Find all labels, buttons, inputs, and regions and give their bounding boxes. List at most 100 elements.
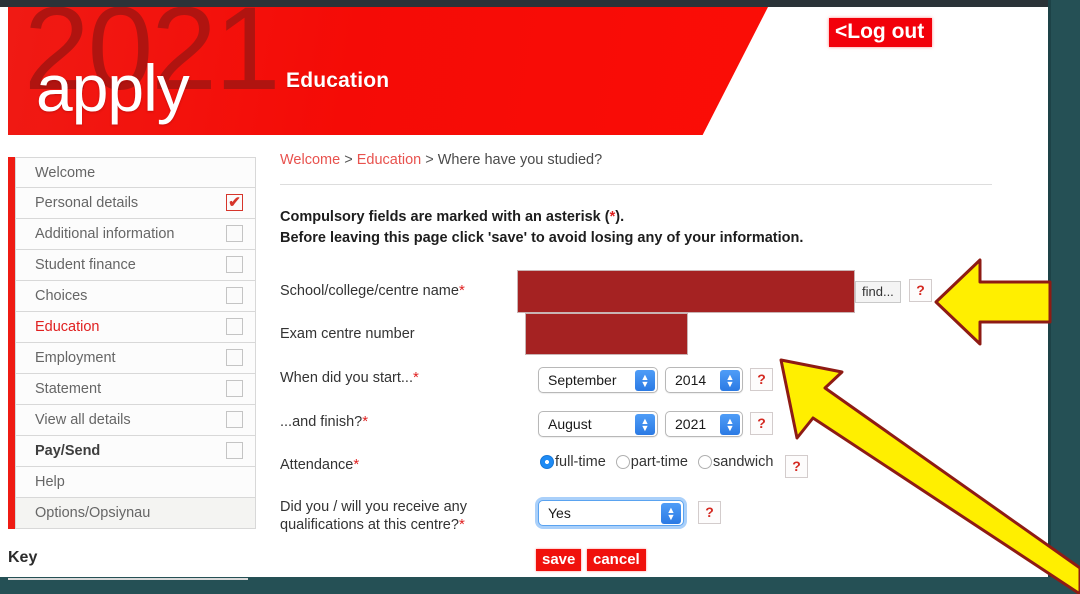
attendance-radio-sandwich[interactable] [697, 455, 712, 469]
start-month-value: September [548, 372, 617, 388]
sidebar-item-choices[interactable]: Choices [15, 281, 256, 312]
sidebar-item-label: Additional information [35, 226, 175, 242]
start-date-asterisk: * [412, 369, 419, 386]
start-month-stepper-icon[interactable]: ▲ ▼ [635, 370, 655, 391]
qualifications-stepper-icon[interactable]: ▲ ▼ [661, 503, 681, 524]
attendance-help-icon[interactable]: ? [785, 455, 808, 478]
qualifications-label-line2: qualifications at this centre? [280, 517, 459, 534]
start-date-help-icon[interactable]: ? [750, 368, 773, 391]
qualifications-select[interactable]: Yes ▲ ▼ [538, 500, 684, 526]
sidebar-item-pay-send[interactable]: Pay/Send [15, 436, 256, 467]
attendance-radio-full-time[interactable] [540, 455, 554, 469]
annotation-arrow-left [934, 258, 1052, 346]
sidebar-item-checkbox [226, 256, 243, 273]
sidebar-item-label: Pay/Send [35, 443, 101, 459]
finish-date-asterisk: * [362, 413, 369, 430]
school-name-label: School/college/centre name* [280, 282, 465, 301]
exam-centre-label: Exam centre number [280, 326, 415, 342]
sidebar-item-label: Statement [35, 381, 102, 397]
sidebar-item-view-all-details[interactable]: View all details [15, 405, 256, 436]
school-name-help-icon[interactable]: ? [909, 279, 932, 302]
start-year-select[interactable]: 2014 ▲ ▼ [665, 367, 743, 393]
sidebar-item-checkbox [226, 411, 243, 428]
finish-year-value: 2021 [675, 416, 707, 432]
start-year-value: 2014 [675, 372, 707, 388]
save-button[interactable]: save [536, 549, 582, 572]
find-button[interactable]: find... [855, 281, 901, 303]
navigation-sidebar: Welcome Personal details ✔ Additional infor… [8, 157, 256, 529]
window-frame-right [1048, 0, 1080, 594]
key-divider [8, 578, 248, 580]
finish-date-label-text: ...and finish? [280, 414, 363, 430]
start-month-select[interactable]: September ▲ ▼ [538, 367, 658, 393]
sidebar-item-checkbox [226, 349, 243, 366]
sidebar-item-label: Student finance [35, 257, 136, 273]
school-name-asterisk: * [458, 282, 465, 299]
finish-month-stepper-icon[interactable]: ▲ ▼ [635, 414, 655, 435]
stepper-down-glyph: ▼ [640, 422, 650, 433]
sidebar-item-employment[interactable]: Employment [15, 343, 256, 374]
finish-month-value: August [548, 416, 592, 432]
breadcrumb-separator-2: > [425, 152, 434, 168]
qualifications-label-line1: Did you / will you receive any [280, 499, 467, 515]
sidebar-item-label: Options/Opsiynau [35, 505, 151, 521]
notice-line2: Before leaving this page click 'save' to… [280, 229, 804, 246]
breadcrumb-divider [280, 184, 992, 185]
breadcrumb-link-education[interactable]: Education [357, 152, 422, 168]
sidebar-item-label: Choices [35, 288, 88, 304]
notice-line1-after: ). [615, 209, 625, 225]
attendance-radio-label-part-time[interactable]: part-time [631, 454, 688, 470]
sidebar-item-checkbox [226, 318, 243, 335]
qualifications-label: Did you / will you receive any qualifica… [280, 498, 490, 535]
stepper-down-glyph: ▼ [666, 511, 676, 522]
attendance-radio-label-sandwich[interactable]: sandwich [713, 454, 773, 470]
stepper-down-glyph: ▼ [725, 378, 735, 389]
sidebar-item-checkbox [226, 442, 243, 459]
sidebar-item-label: Education [35, 319, 100, 335]
section-title: Education [286, 69, 390, 92]
attendance-label-text: Attendance [280, 457, 354, 473]
application-screen: 2021 apply Education <Log out Welcome Per… [0, 0, 1080, 594]
sidebar-item-options-opsiynau[interactable]: Options/Opsiynau [15, 498, 256, 529]
attendance-radio-group: full-time part-time sandwich [540, 454, 783, 470]
sidebar-item-personal-details[interactable]: Personal details ✔ [15, 188, 256, 219]
attendance-label: Attendance* [280, 456, 359, 475]
sidebar-item-education[interactable]: Education [15, 312, 256, 343]
sidebar-item-label: Welcome [35, 164, 96, 181]
apply-logo: apply [36, 51, 190, 125]
breadcrumb: Welcome > Education > Where have you stu… [280, 152, 1010, 168]
stepper-down-glyph: ▼ [640, 378, 650, 389]
finish-year-select[interactable]: 2021 ▲ ▼ [665, 411, 743, 437]
start-date-label-text: When did you start... [280, 370, 413, 386]
attendance-radio-part-time[interactable] [615, 455, 630, 469]
sidebar-item-label: Help [35, 474, 65, 490]
window-frame-top [0, 0, 1080, 7]
breadcrumb-link-welcome[interactable]: Welcome [280, 152, 340, 168]
compulsory-fields-notice: Compulsory fields are marked with an ast… [280, 207, 1010, 248]
finish-year-stepper-icon[interactable]: ▲ ▼ [720, 414, 740, 435]
key-heading: Key [8, 549, 38, 566]
sidebar-item-statement[interactable]: Statement [15, 374, 256, 405]
finish-date-help-icon[interactable]: ? [750, 412, 773, 435]
sidebar-item-checkbox [226, 225, 243, 242]
page-header-banner: 2021 apply Education [8, 7, 768, 135]
attendance-asterisk: * [353, 456, 360, 473]
sidebar-item-welcome[interactable]: Welcome [15, 157, 256, 188]
school-name-input[interactable] [517, 270, 855, 313]
sidebar-item-help[interactable]: Help [15, 467, 256, 498]
finish-month-select[interactable]: August ▲ ▼ [538, 411, 658, 437]
attendance-radio-label-full-time[interactable]: full-time [555, 454, 606, 470]
sidebar-item-student-finance[interactable]: Student finance [15, 250, 256, 281]
sidebar-item-additional-information[interactable]: Additional information [15, 219, 256, 250]
exam-centre-input[interactable] [525, 313, 688, 355]
stepper-down-glyph: ▼ [725, 422, 735, 433]
start-year-stepper-icon[interactable]: ▲ ▼ [720, 370, 740, 391]
qualifications-help-icon[interactable]: ? [698, 501, 721, 524]
log-out-button[interactable]: <Log out [829, 18, 933, 47]
sidebar-item-checked-box: ✔ [226, 194, 243, 211]
breadcrumb-current: Where have you studied? [437, 152, 603, 168]
cancel-button[interactable]: cancel [587, 549, 646, 572]
breadcrumb-separator-1: > [344, 152, 353, 168]
qualifications-value: Yes [548, 505, 571, 521]
sidebar-item-label: View all details [35, 412, 131, 428]
